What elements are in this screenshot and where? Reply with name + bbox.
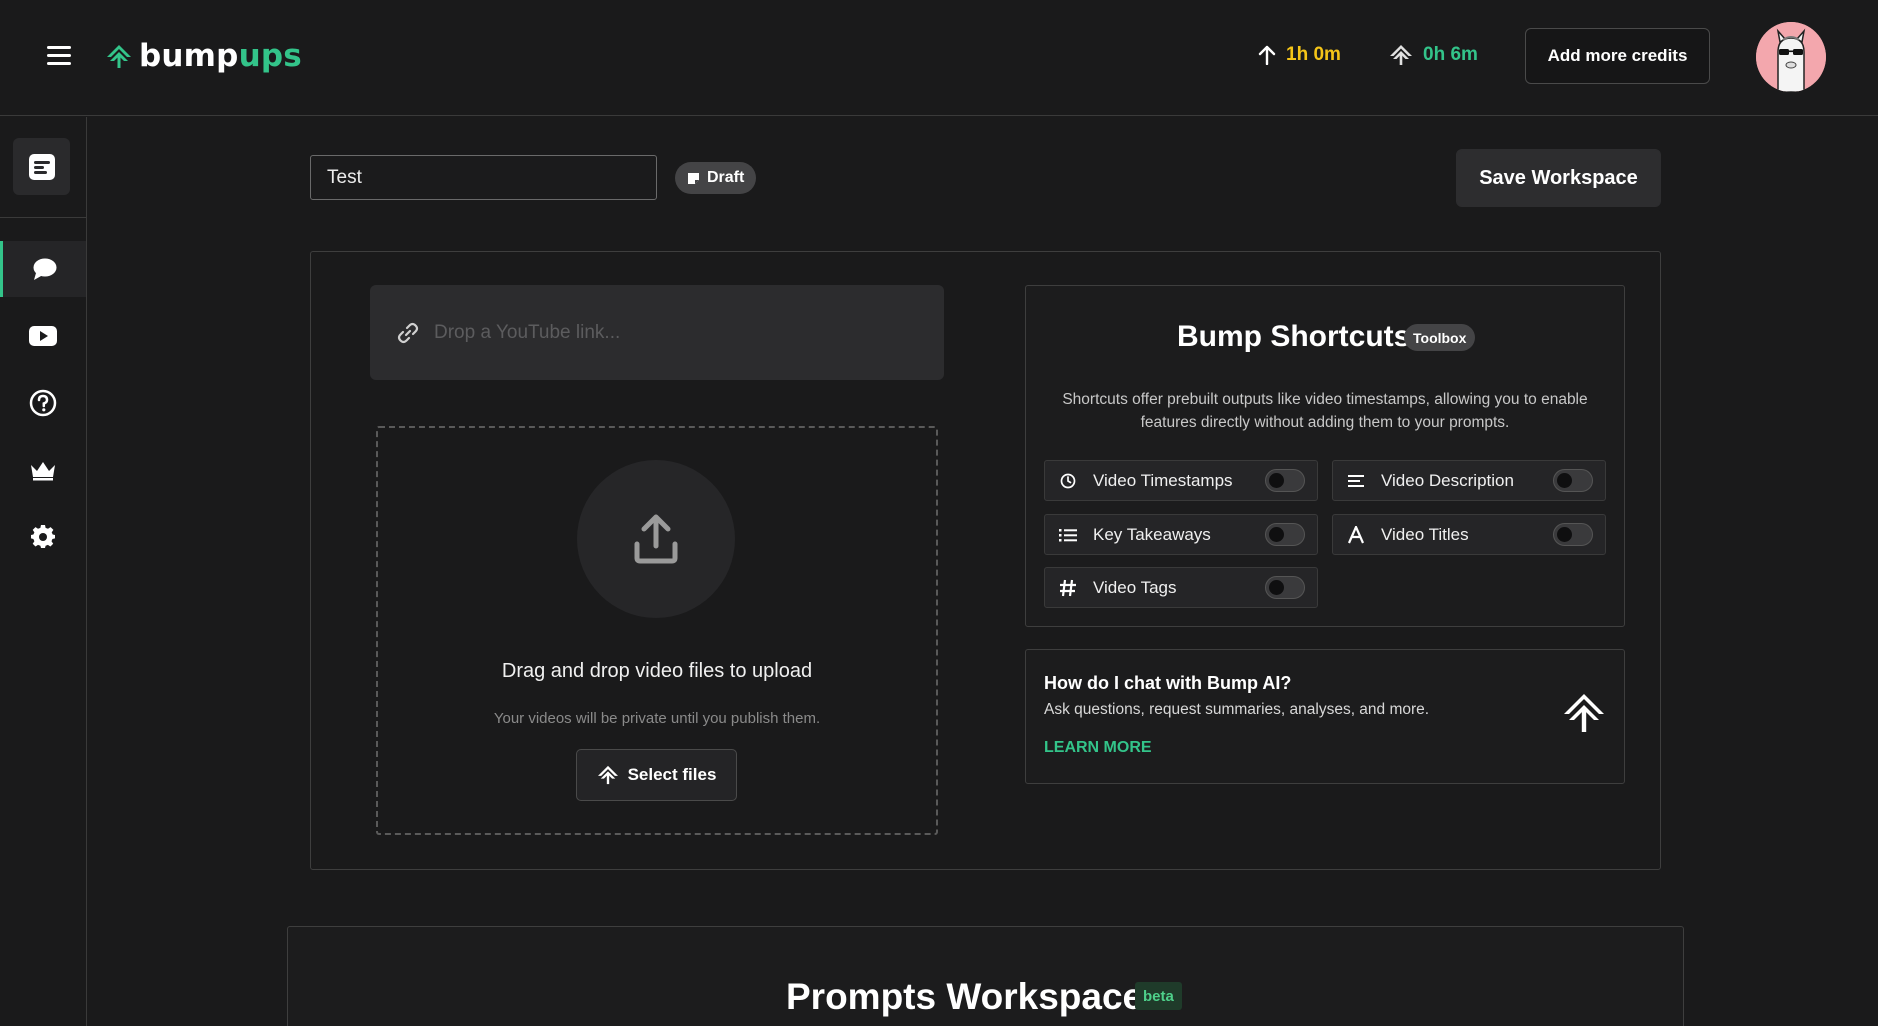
select-files-button[interactable]: Select files: [576, 749, 737, 801]
shortcut-video-titles: Video Titles: [1332, 514, 1606, 555]
video-description-toggle[interactable]: [1553, 469, 1593, 492]
add-credits-button[interactable]: Add more credits: [1525, 28, 1710, 84]
toggle-label: Video Timestamps: [1093, 470, 1233, 490]
gear-icon: [31, 525, 55, 549]
upload-icon: [634, 514, 678, 564]
chat-icon: [33, 258, 56, 280]
note-icon: [688, 172, 699, 184]
llama-avatar-icon: [1756, 22, 1826, 92]
upload-circle: [577, 460, 735, 618]
sidebar-item-youtube[interactable]: [0, 308, 86, 364]
youtube-icon: [29, 326, 57, 346]
video-tags-toggle[interactable]: [1265, 576, 1305, 599]
hash-icon: [1057, 579, 1079, 597]
bump-arrow-icon: [1390, 45, 1412, 65]
prompts-title: Prompts Workspace: [786, 976, 1144, 1017]
shortcuts-description: Shortcuts offer prebuilt outputs like vi…: [1062, 391, 1588, 431]
menu-icon[interactable]: [47, 46, 71, 66]
dropzone-title: Drag and drop video files to upload: [501, 660, 813, 682]
sidebar-item-premium[interactable]: [0, 442, 86, 498]
video-titles-toggle[interactable]: [1553, 523, 1593, 546]
sidebar-item-workspace[interactable]: [13, 138, 70, 195]
bump-arrow-icon: [597, 765, 618, 785]
shortcuts-title: Bump Shortcuts: [1177, 320, 1411, 353]
toggle-label: Video Tags: [1093, 577, 1177, 597]
video-timestamps-toggle[interactable]: [1265, 469, 1305, 492]
shortcut-video-description: Video Description: [1332, 460, 1606, 501]
bump-credit-value: 0h 6m: [1423, 44, 1478, 65]
sidebar: [0, 117, 87, 1026]
youtube-link-input[interactable]: [434, 321, 914, 344]
learn-more-link[interactable]: LEARN MORE: [1044, 739, 1152, 757]
sidebar-divider: [0, 217, 87, 218]
bumpups-logo-icon: [107, 45, 131, 68]
beta-badge: beta: [1135, 982, 1182, 1010]
toolbox-badge: Toolbox: [1404, 324, 1476, 351]
shortcut-video-tags: Video Tags: [1044, 567, 1318, 608]
toggle-label: Key Takeaways: [1093, 524, 1211, 544]
brand-logo[interactable]: bumpups: [105, 38, 302, 74]
sidebar-item-chat[interactable]: [0, 241, 86, 297]
help-icon: [29, 389, 57, 417]
sidebar-item-settings[interactable]: [0, 509, 86, 565]
letter-a-icon: [1345, 525, 1367, 544]
brand-name: bumpups: [139, 38, 302, 74]
upload-credit: 1h 0m: [1258, 44, 1341, 66]
dropzone-subtitle: Your videos will be private until you pu…: [493, 710, 821, 727]
chat-help-description: Ask questions, request summaries, analys…: [1044, 701, 1430, 718]
upload-credit-value: 1h 0m: [1286, 44, 1341, 65]
workspace-icon: [28, 153, 55, 180]
arrow-up-icon: [1258, 45, 1276, 65]
sidebar-item-help[interactable]: [0, 375, 86, 431]
top-header: bumpups 1h 0m 0h 6m Add more credits: [0, 0, 1878, 116]
lines-icon: [1345, 473, 1367, 489]
list-icon: [1057, 527, 1079, 543]
save-workspace-button[interactable]: Save Workspace: [1456, 149, 1661, 207]
shortcut-key-takeaways: Key Takeaways: [1044, 514, 1318, 555]
bump-credit: 0h 6m: [1389, 44, 1478, 66]
clock-icon: [1057, 473, 1079, 489]
crown-icon: [31, 462, 55, 481]
key-takeaways-toggle[interactable]: [1265, 523, 1305, 546]
avatar[interactable]: [1756, 22, 1826, 92]
workspace-name-input[interactable]: [310, 155, 657, 200]
bump-logo-icon: [1563, 693, 1605, 738]
shortcut-video-timestamps: Video Timestamps: [1044, 460, 1318, 501]
youtube-link-field[interactable]: [370, 285, 944, 380]
toggle-label: Video Titles: [1381, 524, 1469, 544]
chat-help-title: How do I chat with Bump AI?: [1044, 673, 1292, 693]
toggle-label: Video Description: [1381, 470, 1514, 490]
status-badge: Draft: [675, 162, 757, 194]
link-icon: [397, 322, 419, 343]
